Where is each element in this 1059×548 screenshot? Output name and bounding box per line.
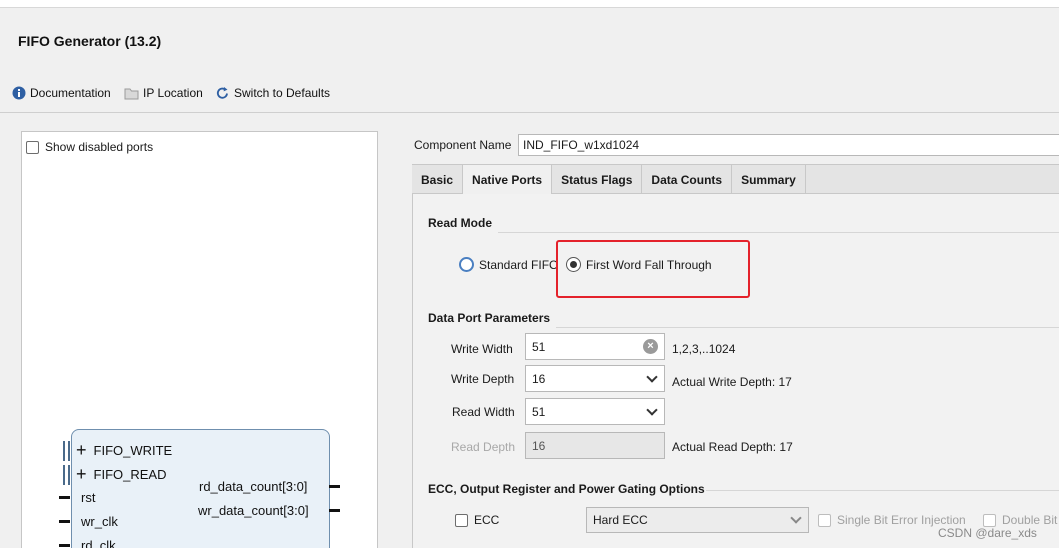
write-width-label: Write Width [451,342,513,356]
write-depth-label: Write Depth [451,372,515,386]
section-divider [706,490,1059,491]
write-width-value: 51 [532,339,546,354]
port-pin [329,485,340,488]
tab-summary[interactable]: Summary [732,165,806,193]
data-port-title: Data Port Parameters [428,311,551,325]
toolbar-divider [0,112,1059,113]
ecc-checkbox[interactable]: ECC [455,513,499,527]
single-bit-label: Single Bit Error Injection [837,513,966,527]
port-label-wr-clk: wr_clk [81,514,118,529]
port-label-rst: rst [81,490,96,505]
write-depth-select[interactable]: 16 [525,365,665,392]
ecc-label: ECC [474,513,500,527]
component-name-label: Component Name [414,138,512,152]
read-depth-field: 16 [525,432,665,459]
interface-label: FIFO_WRITE [93,442,173,458]
double-bit-error-checkbox[interactable]: Double Bit [983,513,1057,527]
chevron-down-icon [646,370,658,383]
standard-fifo-radio[interactable] [459,257,474,272]
show-disabled-ports-checkbox[interactable]: Show disabled ports [26,140,153,154]
port-label-rd-clk: rd_clk [81,538,116,548]
standard-fifo-label: Standard FIFO [479,257,559,272]
double-bit-label: Double Bit [1002,513,1058,527]
window-title: FIFO Generator (13.2) [18,33,162,49]
component-name-input[interactable]: IND_FIFO_w1xd1024 [518,134,1059,156]
port-pin [59,496,70,499]
fifo-write-bus-marker [63,441,70,461]
port-pin [59,544,70,547]
checkbox-box[interactable] [26,140,39,154]
single-bit-error-checkbox[interactable]: Single Bit Error Injection [818,513,966,527]
read-width-label: Read Width [452,405,515,419]
ecc-section-title: ECC, Output Register and Power Gating Op… [428,482,705,496]
info-icon [12,86,26,100]
expand-plus-icon[interactable]: + [76,441,87,459]
show-disabled-ports-label: Show disabled ports [45,140,154,154]
write-width-input[interactable]: 51 × [525,333,665,360]
checkbox-box[interactable] [818,513,831,527]
chevron-down-icon [790,512,802,524]
port-pin [329,509,340,512]
tab-bar: Basic Native Ports Status Flags Data Cou… [412,164,1059,194]
read-depth-value: 16 [532,438,546,453]
fifo-write-interface[interactable]: + FIFO_WRITE [76,441,173,459]
interface-label: FIFO_READ [93,466,167,482]
section-divider [498,232,1059,233]
refresh-icon [216,86,228,99]
chevron-down-icon [646,403,658,416]
actual-write-depth: Actual Write Depth: 17 [672,375,792,389]
expand-plus-icon[interactable]: + [76,465,87,483]
ip-location-label: IP Location [143,86,203,100]
top-strip [0,0,1059,8]
tab-data-counts[interactable]: Data Counts [642,165,733,193]
write-depth-value: 16 [532,371,546,386]
tab-status-flags[interactable]: Status Flags [552,165,643,193]
switch-defaults-button[interactable]: Switch to Defaults [215,85,330,101]
read-width-select[interactable]: 51 [525,398,665,425]
port-label-rd-data-count: rd_data_count[3:0] [199,479,308,494]
read-depth-label: Read Depth [451,440,516,454]
switch-defaults-label: Switch to Defaults [234,86,331,100]
read-width-value: 51 [532,404,546,419]
write-width-range: 1,2,3,..1024 [672,342,736,356]
fifo-read-interface[interactable]: + FIFO_READ [76,465,167,483]
standard-fifo-option[interactable]: Standard FIFO [459,257,558,272]
clear-icon[interactable]: × [643,339,658,354]
port-label-wr-data-count: wr_data_count[3:0] [198,503,309,518]
ecc-type-select[interactable]: Hard ECC [586,507,809,533]
documentation-label: Documentation [30,86,111,100]
checkbox-box[interactable] [455,513,468,527]
highlight-box [556,240,750,298]
documentation-button[interactable]: Documentation [12,85,111,101]
section-divider [556,327,1059,328]
port-pin [59,520,70,523]
ip-location-button[interactable]: IP Location [124,85,203,101]
actual-read-depth: Actual Read Depth: 17 [672,440,793,454]
tab-native-ports[interactable]: Native Ports [463,164,553,194]
checkbox-box[interactable] [983,513,996,527]
folder-icon [124,88,139,99]
read-mode-title: Read Mode [428,216,493,230]
tab-basic[interactable]: Basic [412,165,464,193]
fifo-read-bus-marker [63,465,70,485]
watermark: CSDN @dare_xds [938,526,1037,540]
ecc-type-value: Hard ECC [593,513,648,527]
